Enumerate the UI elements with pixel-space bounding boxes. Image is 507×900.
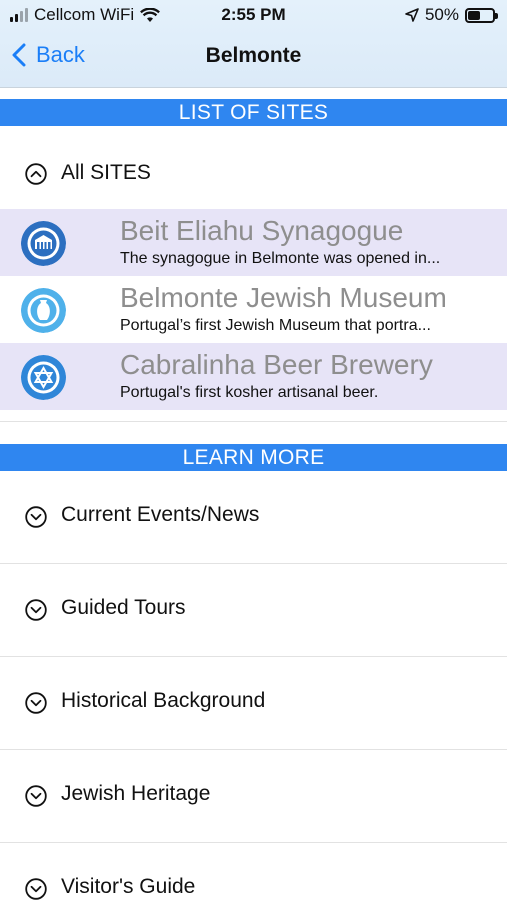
learn-more-item-visitors-guide[interactable]: Visitor's Guide xyxy=(0,843,507,900)
site-item-belmonte-jewish-museum[interactable]: Belmonte Jewish Museum Portugal’s first … xyxy=(0,276,507,343)
section-divider xyxy=(0,421,507,422)
top-bar: Cellcom WiFi 2:55 PM 50% Back Belmonte xyxy=(0,0,507,88)
status-bar: Cellcom WiFi 2:55 PM 50% xyxy=(0,0,507,30)
section-header-list-of-sites: LIST OF SITES xyxy=(0,99,507,126)
battery-percent: 50% xyxy=(424,5,459,24)
vase-icon xyxy=(21,288,66,333)
page-title: Belmonte xyxy=(205,44,302,67)
learn-more-label: Historical Background xyxy=(61,689,266,712)
chevron-up-circle-icon xyxy=(25,163,47,185)
learn-more-label: Visitor's Guide xyxy=(61,875,196,898)
battery-icon xyxy=(465,7,498,23)
learn-more-item-historical-background[interactable]: Historical Background xyxy=(0,657,507,750)
site-title: Cabralinha Beer Brewery xyxy=(120,349,433,380)
site-description: The synagogue in Belmonte was opened in.… xyxy=(120,250,441,267)
star-of-david-icon xyxy=(21,355,66,400)
chevron-down-circle-icon xyxy=(25,878,47,900)
learn-more-label: Guided Tours xyxy=(61,596,186,619)
site-description: Portugal's first kosher artisanal beer. xyxy=(120,384,379,401)
navigation-bar: Back Belmonte xyxy=(0,30,507,88)
chevron-down-circle-icon xyxy=(25,506,47,528)
learn-more-item-jewish-heritage[interactable]: Jewish Heritage xyxy=(0,750,507,843)
all-sites-toggle[interactable]: All SITES xyxy=(0,126,507,208)
site-description: Portugal’s first Jewish Museum that port… xyxy=(120,317,431,334)
learn-more-label: Current Events/News xyxy=(61,503,260,526)
learn-more-label: Jewish Heritage xyxy=(61,782,211,805)
site-title: Belmonte Jewish Museum xyxy=(120,282,447,313)
status-right: 50% xyxy=(405,5,498,25)
site-item-beit-eliahu-synagogue[interactable]: Beit Eliahu Synagogue The synagogue in B… xyxy=(0,209,507,276)
learn-more-item-guided-tours[interactable]: Guided Tours xyxy=(0,564,507,657)
chevron-down-circle-icon xyxy=(25,692,47,714)
site-item-cabralinha-beer-brewery[interactable]: Cabralinha Beer Brewery Portugal's first… xyxy=(0,343,507,410)
learn-more-item-current-events[interactable]: Current Events/News xyxy=(0,471,507,564)
chevron-down-circle-icon xyxy=(25,599,47,621)
battery-fill xyxy=(468,10,480,20)
synagogue-icon xyxy=(21,221,66,266)
site-title: Beit Eliahu Synagogue xyxy=(120,215,404,246)
section-header-learn-more: LEARN MORE xyxy=(0,444,507,471)
all-sites-label: All SITES xyxy=(61,161,151,184)
chevron-down-circle-icon xyxy=(25,785,47,807)
location-arrow-icon xyxy=(405,8,419,22)
